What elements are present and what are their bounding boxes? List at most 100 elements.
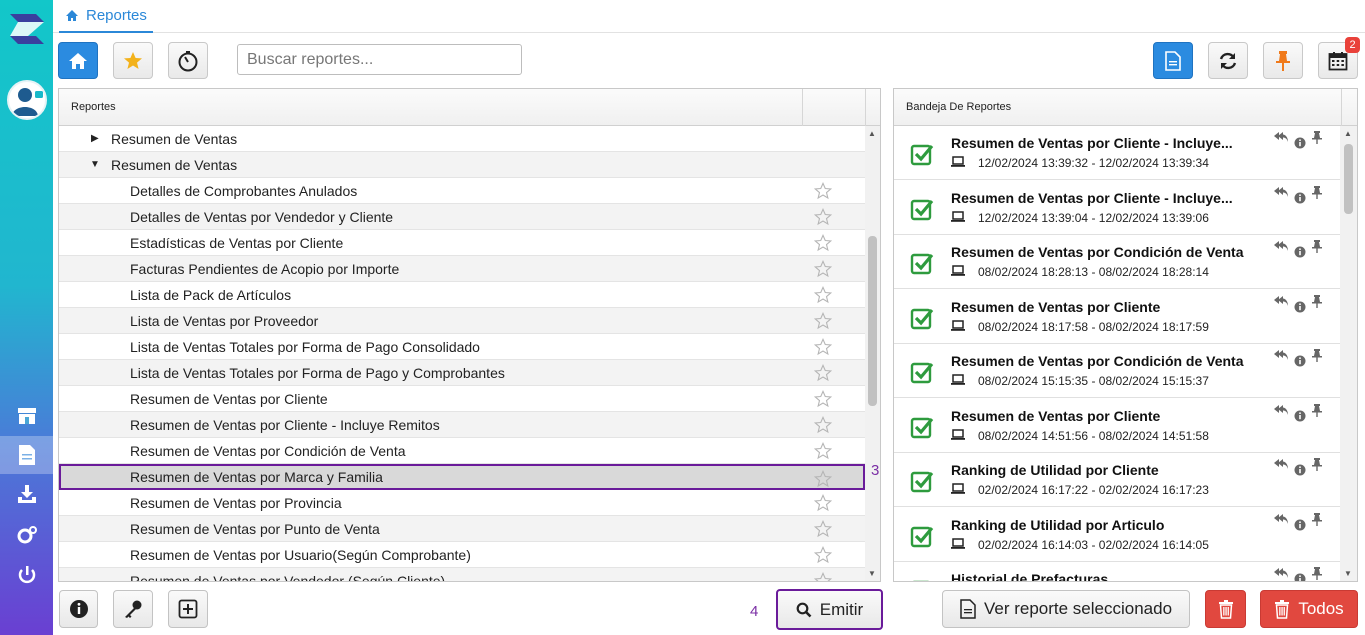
delete-button[interactable] [1205,590,1246,628]
sidebar-item-logout[interactable] [0,556,53,594]
tree-item-selected[interactable]: Resumen de Ventas por Marca y Familia [59,464,865,490]
reply-all-icon[interactable] [1274,404,1288,416]
star-outline-icon[interactable] [814,338,832,356]
checkbox-checked-icon[interactable] [910,360,934,384]
scroll-thumb[interactable] [868,236,877,406]
user-avatar[interactable] [7,80,47,120]
home-button[interactable] [58,42,98,79]
reply-all-icon[interactable] [1274,240,1288,252]
pushpin-icon[interactable] [1312,349,1322,362]
pushpin-icon[interactable] [1312,131,1322,144]
reports-scrollbar[interactable]: ▲ ▼ [865,126,880,581]
info-icon[interactable] [1294,246,1306,258]
star-outline-icon[interactable] [814,470,832,488]
reply-all-icon[interactable] [1274,349,1288,361]
tree-item[interactable]: Resumen de Ventas por Usuario(Según Comp… [59,542,865,568]
caret-down-icon[interactable]: ▼ [90,159,100,170]
star-outline-icon[interactable] [814,312,832,330]
add-button[interactable] [168,590,208,628]
info-icon[interactable] [1294,464,1306,476]
tray-item[interactable]: Historial de Prefacturas [894,562,1340,582]
reply-all-icon[interactable] [1274,295,1288,307]
tree-item[interactable]: Detalles de Ventas por Vendedor y Client… [59,204,865,230]
history-button[interactable] [168,42,208,79]
tree-item[interactable]: Resumen de Ventas por Cliente - Incluye … [59,412,865,438]
star-outline-icon[interactable] [814,182,832,200]
checkbox-checked-icon[interactable] [910,578,934,582]
tree-group-row[interactable]: ▶ Resumen de Ventas [59,126,865,152]
star-outline-icon[interactable] [814,260,832,278]
tree-item[interactable]: Resumen de Ventas por Cliente [59,386,865,412]
checkbox-checked-icon[interactable] [910,524,934,548]
scroll-up-icon[interactable]: ▲ [868,129,876,138]
checkbox-checked-icon[interactable] [910,197,934,221]
pushpin-icon[interactable] [1312,458,1322,471]
star-outline-icon[interactable] [814,416,832,434]
scroll-up-icon[interactable]: ▲ [1344,129,1352,138]
favorites-button[interactable] [113,42,153,79]
app-logo[interactable] [6,8,48,50]
pin-button[interactable] [1263,42,1303,79]
sidebar-item-download[interactable] [0,475,53,513]
tree-item[interactable]: Lista de Ventas Totales por Forma de Pag… [59,334,865,360]
tray-item[interactable]: Resumen de Ventas por Cliente 08/02/2024 … [894,290,1340,344]
tray-item[interactable]: Ranking de Utilidad por Articulo 02/02/20… [894,508,1340,562]
info-icon[interactable] [1294,573,1306,582]
document-view-button[interactable] [1153,42,1193,79]
checkbox-checked-icon[interactable] [910,142,934,166]
star-outline-icon[interactable] [814,546,832,564]
tree-item[interactable]: Lista de Ventas Totales por Forma de Pag… [59,360,865,386]
reply-all-icon[interactable] [1274,513,1288,525]
checkbox-checked-icon[interactable] [910,251,934,275]
tree-item[interactable]: Lista de Pack de Artículos [59,282,865,308]
tree-item[interactable]: Estadísticas de Ventas por Cliente [59,230,865,256]
star-outline-icon[interactable] [814,364,832,382]
tree-item[interactable]: Resumen de Ventas por Condición de Venta [59,438,865,464]
tab-reportes[interactable]: Reportes [59,0,153,33]
reply-all-icon[interactable] [1274,131,1288,143]
sidebar-item-reports[interactable] [0,436,53,474]
scroll-down-icon[interactable]: ▼ [868,569,876,578]
info-icon[interactable] [1294,355,1306,367]
info-icon[interactable] [1294,410,1306,422]
tree-item[interactable]: Lista de Ventas por Proveedor [59,308,865,334]
info-icon[interactable] [1294,519,1306,531]
star-outline-icon[interactable] [814,390,832,408]
checkbox-checked-icon[interactable] [910,415,934,439]
scroll-down-icon[interactable]: ▼ [1344,569,1352,578]
pushpin-icon[interactable] [1312,567,1322,580]
search-input[interactable] [237,44,522,75]
tree-item[interactable]: Resumen de Ventas por Punto de Venta [59,516,865,542]
pushpin-icon[interactable] [1312,240,1322,253]
tree-group-row[interactable]: ▼ Resumen de Ventas [59,152,865,178]
star-outline-icon[interactable] [814,572,832,582]
view-selected-button[interactable]: Ver reporte seleccionado [942,590,1190,628]
tray-scrollbar[interactable]: ▲ ▼ [1340,126,1357,581]
tray-item[interactable]: Resumen de Ventas por Condición de Venta… [894,235,1340,289]
tray-item[interactable]: Resumen de Ventas por Cliente 08/02/2024 … [894,399,1340,453]
tray-item[interactable]: Resumen de Ventas por Cliente - Incluye.… [894,181,1340,235]
sidebar-item-settings[interactable] [0,516,53,554]
info-icon[interactable] [1294,137,1306,149]
checkbox-checked-icon[interactable] [910,306,934,330]
tree-item[interactable]: Resumen de Ventas por Vendedor (Según Cl… [59,568,865,582]
star-outline-icon[interactable] [814,286,832,304]
info-icon[interactable] [1294,192,1306,204]
calendar-button[interactable]: 2 [1318,37,1360,79]
checkbox-checked-icon[interactable] [910,469,934,493]
reply-all-icon[interactable] [1274,458,1288,470]
pushpin-icon[interactable] [1312,185,1322,199]
star-outline-icon[interactable] [814,234,832,252]
tray-item[interactable]: Resumen de Ventas por Cliente - Incluye.… [894,126,1340,180]
refresh-button[interactable] [1208,42,1248,79]
pushpin-icon[interactable] [1312,403,1322,417]
pushpin-icon[interactable] [1312,294,1322,308]
caret-right-icon[interactable]: ▶ [91,133,99,144]
tray-item[interactable]: Ranking de Utilidad por Cliente 02/02/202… [894,453,1340,507]
star-outline-icon[interactable] [814,442,832,460]
delete-all-button[interactable]: Todos [1260,590,1358,628]
star-outline-icon[interactable] [814,208,832,226]
star-outline-icon[interactable] [814,520,832,538]
sidebar-item-store[interactable] [0,397,53,435]
star-outline-icon[interactable] [814,494,832,512]
